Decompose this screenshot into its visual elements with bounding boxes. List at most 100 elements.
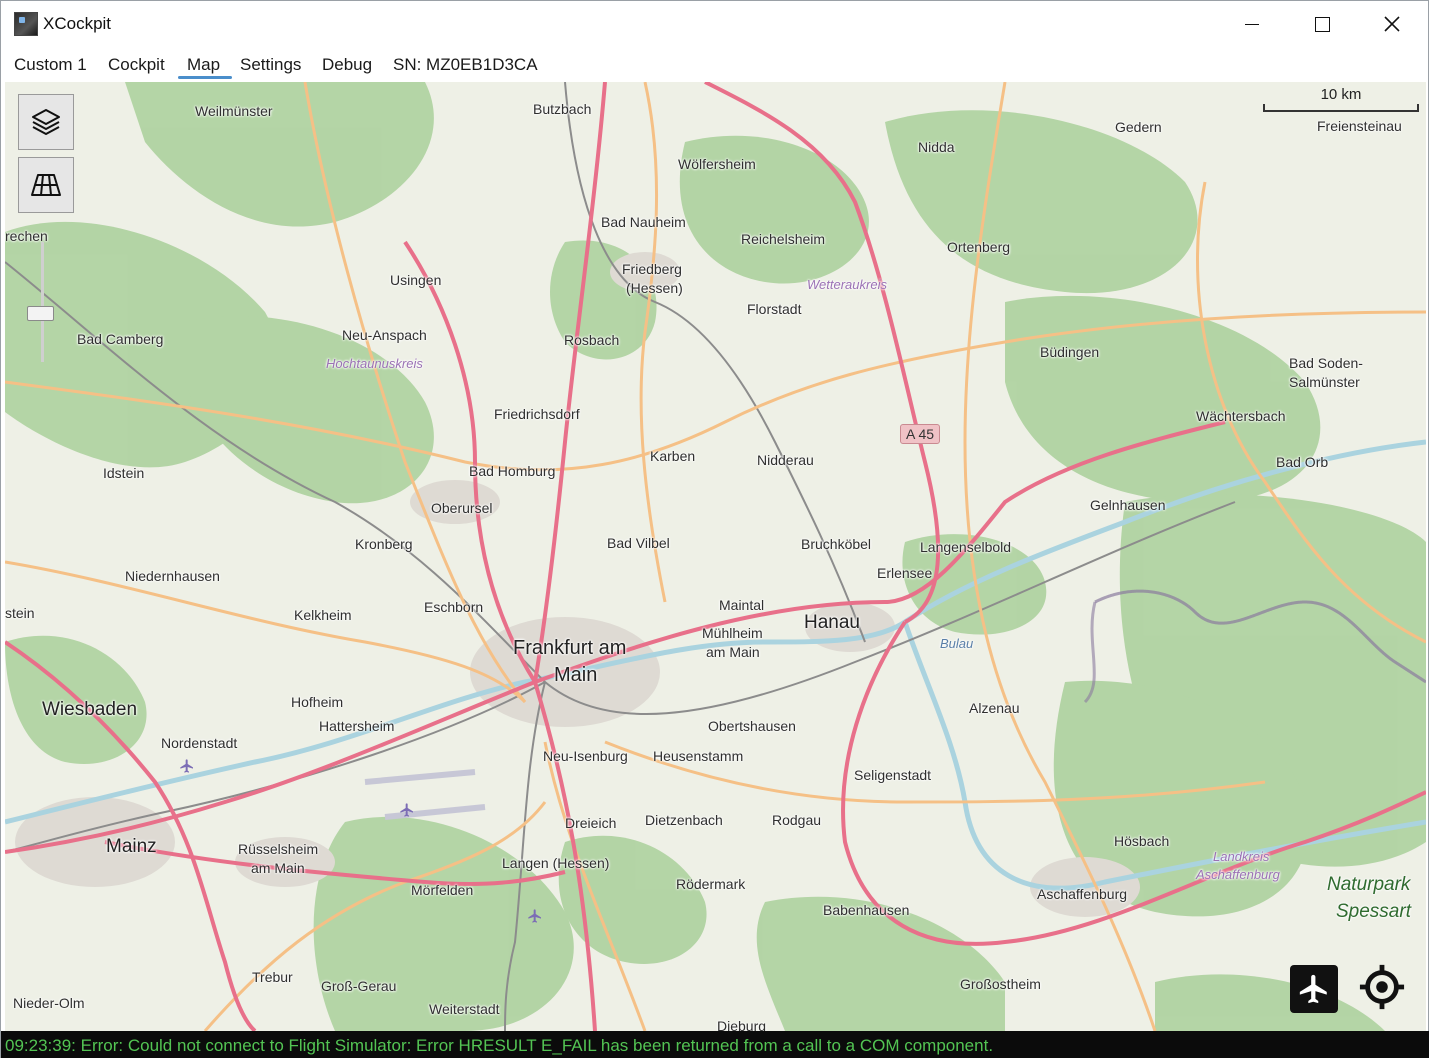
- place-label: Bad Soden-: [1289, 355, 1363, 371]
- place-label: Groß-Gerau: [321, 978, 397, 994]
- place-label: Wölfersheim: [678, 156, 756, 172]
- place-label: am Main: [706, 644, 760, 660]
- place-label: Dietzenbach: [645, 812, 723, 828]
- place-label: Hattersheim: [319, 718, 395, 734]
- place-label: stein: [5, 605, 35, 621]
- place-label: Heusenstamm: [653, 748, 744, 764]
- place-label: Freiensteinau: [1317, 118, 1402, 134]
- place-label: Maintal: [719, 597, 765, 613]
- place-label: Neu-Anspach: [342, 327, 427, 343]
- place-label: Alzenau: [969, 700, 1020, 716]
- place-label: Reichelsheim: [741, 231, 826, 247]
- place-label: Wiesbaden: [42, 699, 138, 720]
- airport-icon: [528, 909, 541, 923]
- place-label: Rodgau: [772, 812, 822, 828]
- app-icon: [14, 12, 38, 36]
- window-title: XCockpit: [43, 14, 112, 33]
- place-label: Aschaffenburg: [1037, 886, 1128, 902]
- close-button[interactable]: [1357, 1, 1427, 47]
- serial-number: SN: MZ0EB1D3CA: [393, 55, 538, 74]
- place-label: Bad Vilbel: [607, 535, 670, 551]
- road-shield: A 45: [900, 424, 941, 444]
- place-label: Friedrichsdorf: [494, 406, 580, 422]
- place-label: Nordenstadt: [161, 735, 238, 751]
- place-label: Hofheim: [291, 694, 344, 710]
- title-bar: XCockpit: [1, 1, 1428, 47]
- place-label: Bad Nauheim: [601, 214, 686, 230]
- app-window: XCockpit Custom 1 Cockpit Map Settings D…: [0, 0, 1429, 1058]
- place-label: Dieburg: [717, 1018, 767, 1031]
- scale-bar: [1263, 104, 1419, 112]
- tab-debug[interactable]: Debug: [322, 55, 372, 75]
- scale-label: 10 km: [1320, 86, 1362, 103]
- nature-label: Spessart: [1336, 901, 1411, 922]
- layers-button[interactable]: [18, 94, 74, 150]
- close-icon: [1384, 16, 1400, 32]
- place-label: Hösbach: [1114, 833, 1170, 849]
- place-label: Nidda: [918, 139, 955, 155]
- minimize-button[interactable]: [1217, 1, 1287, 47]
- tab-settings[interactable]: Settings: [240, 55, 301, 75]
- place-label: Idstein: [103, 465, 145, 481]
- place-label: Florstadt: [747, 301, 802, 317]
- grid-button[interactable]: [18, 157, 74, 213]
- place-label: Rosbach: [564, 332, 620, 348]
- tab-map[interactable]: Map: [187, 55, 220, 75]
- place-label: Großostheim: [960, 976, 1041, 992]
- place-label: Bad Camberg: [77, 331, 164, 347]
- place-label: Mühlheim: [702, 625, 763, 641]
- place-label: Seligenstadt: [854, 767, 932, 783]
- place-label: Frankfurt am: [513, 637, 627, 659]
- place-label: Gedern: [1115, 119, 1162, 135]
- place-label: Weilmünster: [195, 103, 273, 119]
- place-label: Rüsselsheim: [238, 841, 319, 857]
- place-label: Oberursel: [431, 500, 493, 516]
- place-label: Kronberg: [355, 536, 413, 552]
- crosshair-icon: [1359, 964, 1405, 1010]
- active-tab-indicator: [178, 76, 232, 79]
- place-label: Main: [554, 664, 598, 686]
- zoom-slider-track[interactable]: [41, 242, 44, 362]
- airport-icon: [180, 759, 193, 773]
- maximize-icon: [1314, 16, 1330, 32]
- locate-button[interactable]: [1358, 963, 1406, 1011]
- place-label: Friedberg: [622, 261, 682, 277]
- place-label: (Hessen): [626, 280, 683, 296]
- place-label: Mörfelden: [411, 882, 474, 898]
- tab-cockpit[interactable]: Cockpit: [108, 55, 165, 75]
- map-view[interactable]: Wiesbaden Mainz Hanau Frankfurt am Main …: [5, 82, 1426, 1031]
- maximize-button[interactable]: [1287, 1, 1357, 47]
- place-label: Karben: [650, 448, 696, 464]
- airport-icon: [400, 803, 413, 817]
- zoom-slider-thumb[interactable]: [27, 306, 54, 321]
- place-label: Rödermark: [676, 876, 746, 892]
- center-aircraft-button[interactable]: [1290, 965, 1338, 1013]
- region-label: Aschaffenburg: [1196, 867, 1280, 882]
- place-label: Dreieich: [565, 815, 617, 831]
- place-label: Mainz: [106, 836, 157, 857]
- map-scale: 10 km: [1263, 86, 1419, 112]
- place-label: Neu-Isenburg: [543, 748, 628, 764]
- place-label: Ortenberg: [947, 239, 1011, 255]
- region-label: Landkreis: [1213, 849, 1270, 864]
- minimize-icon: [1245, 23, 1259, 25]
- place-label: Büdingen: [1040, 344, 1100, 360]
- place-label: Gelnhausen: [1090, 497, 1166, 513]
- place-label: Obertshausen: [708, 718, 796, 734]
- grid-icon: [31, 174, 61, 196]
- place-label: Hanau: [804, 612, 860, 633]
- place-label: Wächtersbach: [1196, 408, 1286, 424]
- region-label: Hochtaunuskreis: [326, 356, 423, 371]
- status-message: 09:23:39: Error: Could not connect to Fl…: [5, 1036, 994, 1055]
- place-label: Erlensee: [877, 565, 933, 581]
- place-label: am Main: [251, 860, 305, 876]
- place-label: Nidderau: [757, 452, 814, 468]
- menu-bar: Custom 1 Cockpit Map Settings Debug SN: …: [1, 47, 1428, 82]
- place-label: Usingen: [390, 272, 442, 288]
- place-label: Langen (Hessen): [502, 855, 610, 871]
- place-label: Kelkheim: [294, 607, 352, 623]
- tab-custom-1[interactable]: Custom 1: [14, 55, 87, 75]
- place-label: Weiterstadt: [429, 1001, 500, 1017]
- place-label: Salmünster: [1289, 374, 1360, 390]
- region-label: Wetteraukreis: [807, 277, 887, 292]
